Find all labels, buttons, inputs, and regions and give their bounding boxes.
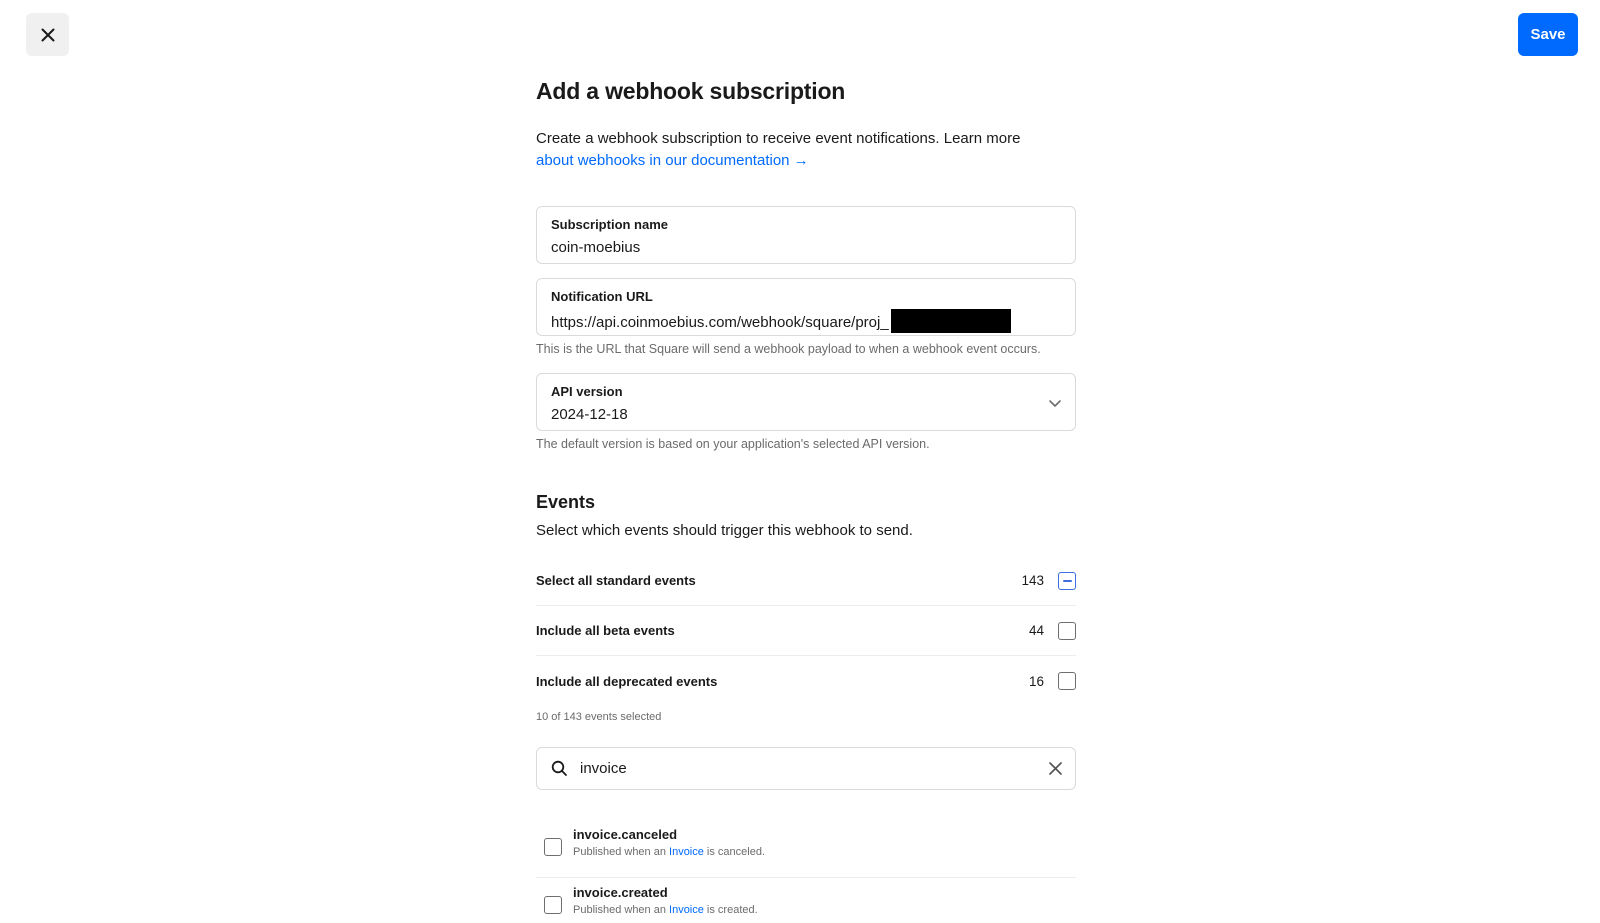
event-name: invoice.created [573, 885, 668, 900]
close-button[interactable] [26, 13, 69, 56]
event-name: invoice.canceled [573, 827, 678, 842]
event-description: Published when an Invoice is canceled. [573, 846, 765, 858]
select-all-standard-label: Select all standard events [536, 573, 696, 588]
api-version-label: API version [551, 384, 623, 399]
selected-events-count: 10 of 143 events selected [536, 711, 662, 723]
event-list-item: invoice.canceled Published when an Invoi… [536, 820, 1076, 878]
event-desc-prefix: Published when an [573, 904, 670, 916]
clear-search-icon[interactable] [1048, 761, 1063, 776]
redacted-block [890, 309, 1011, 333]
page-title: Add a webhook subscription [536, 78, 846, 104]
notification-url-value-wrap[interactable]: https://api.coinmoebius.com/webhook/squa… [551, 309, 1011, 335]
include-deprecated-row: Include all deprecated events 16 [536, 656, 1076, 706]
api-version-value: 2024-12-18 [551, 406, 628, 423]
notification-url-label: Notification URL [551, 289, 653, 304]
api-version-select[interactable]: API version 2024-12-18 [536, 373, 1076, 431]
include-deprecated-checkbox[interactable] [1058, 672, 1076, 690]
subscription-name-field[interactable]: Subscription name coin-moebius [536, 206, 1076, 264]
event-desc-prefix: Published when an [573, 846, 670, 858]
event-search-input[interactable]: invoice [580, 760, 627, 777]
page-description: Create a webhook subscription to receive… [536, 128, 1056, 172]
event-desc-suffix: is canceled. [703, 846, 766, 858]
search-icon [551, 760, 567, 776]
standard-events-count: 143 [1021, 573, 1044, 588]
notification-url-helper: This is the URL that Square will send a … [536, 342, 1041, 356]
documentation-link[interactable]: about webhooks in our documentation → [536, 152, 809, 169]
event-search-field[interactable]: invoice [536, 747, 1076, 790]
event-checkbox[interactable] [544, 838, 562, 856]
event-description: Published when an Invoice is created. [573, 904, 758, 916]
event-desc-suffix: is created. [703, 904, 758, 916]
notification-url-input[interactable]: https://api.coinmoebius.com/webhook/squa… [551, 314, 889, 331]
include-beta-checkbox[interactable] [1058, 621, 1076, 640]
chevron-down-icon [1049, 400, 1061, 407]
include-beta-row: Include all beta events 44 [536, 606, 1076, 656]
select-all-standard-checkbox[interactable] [1058, 571, 1076, 590]
notification-url-field[interactable]: Notification URL https://api.coinmoebius… [536, 278, 1076, 336]
beta-events-count: 44 [1028, 623, 1044, 638]
close-icon [41, 28, 54, 41]
events-title: Events [536, 492, 596, 512]
save-button[interactable]: Save [1518, 13, 1578, 56]
subscription-name-label: Subscription name [551, 217, 669, 232]
select-all-standard-row: Select all standard events 143 [536, 556, 1076, 606]
include-beta-label: Include all beta events [536, 623, 675, 638]
deprecated-events-count: 16 [1028, 673, 1044, 689]
description-text: Create a webhook subscription to receive… [536, 130, 1021, 147]
include-deprecated-label: Include all deprecated events [536, 673, 718, 689]
events-subtitle: Select which events should trigger this … [536, 522, 913, 539]
event-list-item: invoice.created Published when an Invoic… [536, 878, 1076, 923]
invoice-link[interactable]: Invoice [669, 846, 704, 858]
api-version-helper: The default version is based on your app… [536, 437, 930, 451]
subscription-name-input[interactable]: coin-moebius [551, 239, 640, 256]
event-checkbox[interactable] [544, 896, 562, 914]
invoice-link[interactable]: Invoice [669, 904, 704, 916]
